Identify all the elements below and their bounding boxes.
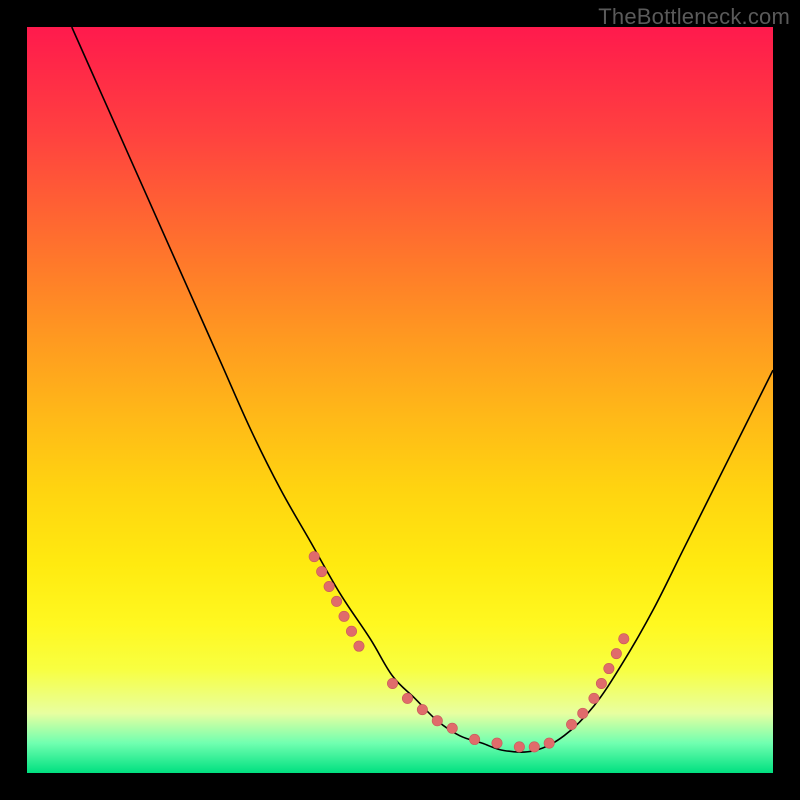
data-dot: [619, 634, 629, 644]
data-dot: [514, 742, 524, 752]
data-dot: [544, 738, 554, 748]
data-dot: [604, 663, 614, 673]
data-dot: [529, 742, 539, 752]
data-dot: [402, 693, 412, 703]
data-dot: [339, 611, 349, 621]
bottleneck-curve: [72, 27, 773, 752]
data-dot: [387, 678, 397, 688]
data-dot: [589, 693, 599, 703]
data-dot: [346, 626, 356, 636]
watermark-text: TheBottleneck.com: [598, 4, 790, 30]
data-dot: [492, 738, 502, 748]
data-dot: [447, 723, 457, 733]
data-dot: [469, 734, 479, 744]
data-dot: [596, 678, 606, 688]
data-dot: [566, 719, 576, 729]
data-dot: [324, 581, 334, 591]
data-dot: [316, 566, 326, 576]
chart-svg: [27, 27, 773, 773]
data-dot: [354, 641, 364, 651]
chart-frame: TheBottleneck.com: [0, 0, 800, 800]
data-dot: [417, 704, 427, 714]
data-dot: [611, 648, 621, 658]
data-dot: [578, 708, 588, 718]
data-dot: [432, 716, 442, 726]
data-dot: [309, 551, 319, 561]
plot-area: [27, 27, 773, 773]
data-dot: [331, 596, 341, 606]
